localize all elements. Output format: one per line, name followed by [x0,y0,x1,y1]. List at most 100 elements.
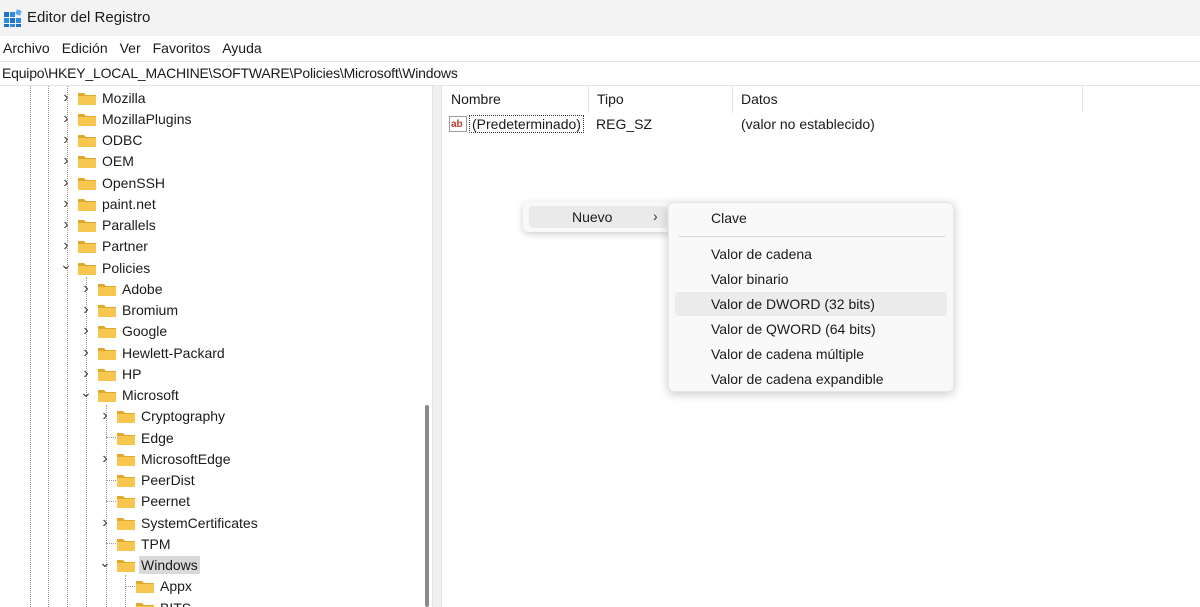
pane-splitter[interactable] [432,86,442,607]
tree-node[interactable]: PeerDist [99,470,197,491]
chevron-right-icon[interactable]: › [80,342,92,363]
menu-item-label: Valor de cadena expandible [711,371,884,387]
chevron-right-icon[interactable]: › [99,512,111,533]
menu-item-label: Clave [711,210,747,226]
tree-node[interactable]: › MicrosoftEdge [99,448,232,469]
tree-node-label: OpenSSH [102,174,166,191]
tree-node[interactable]: › paint.net [60,193,158,214]
menu-edicion[interactable]: Edición [58,36,116,60]
folder-icon [98,326,116,339]
chevron-right-icon[interactable]: › [99,406,111,427]
menu-ayuda[interactable]: Ayuda [218,36,269,60]
chevron-right-icon[interactable]: › [60,151,72,172]
folder-icon [98,347,116,360]
chevron-down-icon[interactable]: ⌄ [80,382,92,403]
column-header-datos[interactable]: Datos [733,86,1083,113]
tree-node-label: Google [122,323,168,340]
menu-item-nuevo[interactable]: Nuevo › [529,206,667,228]
tree-guide-line [30,86,31,607]
menu-item-valor-expandible[interactable]: Valor de cadena expandible [675,367,947,391]
chevron-right-icon[interactable]: › [80,321,92,342]
tree-node[interactable]: › Adobe [80,278,164,299]
menu-item-valor-dword[interactable]: Valor de DWORD (32 bits) [675,292,947,316]
menu-item-valor-multiple[interactable]: Valor de cadena múltiple [675,342,947,366]
menu-item-valor-binario[interactable]: Valor binario [675,267,947,291]
address-bar[interactable]: Equipo\HKEY_LOCAL_MACHINE\SOFTWARE\Polic… [0,61,1200,86]
title-bar: Editor del Registro [0,0,1200,36]
tree-node[interactable]: ⌄ Windows [99,552,200,576]
menu-favoritos[interactable]: Favoritos [149,36,219,60]
chevron-down-icon[interactable]: ⌄ [99,552,111,573]
tree-node-label: Microsoft [122,387,179,403]
chevron-right-icon[interactable]: › [99,448,111,469]
tree-node[interactable]: Appx [118,576,194,597]
menu-separator [679,236,945,237]
chevron-right-icon[interactable]: › [80,300,92,321]
value-type[interactable]: REG_SZ [596,114,652,134]
tree-node[interactable]: › Google [80,321,169,342]
chevron-right-icon[interactable]: › [60,193,72,214]
menu-item-label: Valor de QWORD (64 bits) [711,321,876,337]
folder-icon [136,602,154,607]
folder-icon [78,92,96,105]
menu-item-valor-qword[interactable]: Valor de QWORD (64 bits) [675,317,947,341]
column-header-tipo[interactable]: Tipo [589,86,733,113]
tree-node-label: Bromium [122,302,179,318]
chevron-right-icon[interactable]: › [60,130,72,151]
tree-node-label: PeerDist [141,472,195,488]
tree-node-label: paint.net [102,195,156,212]
tree-node[interactable]: › Parallels [60,215,158,236]
tree-node[interactable]: › Mozilla [60,87,148,108]
menu-item-valor-cadena[interactable]: Valor de cadena [675,242,947,266]
tree-node[interactable]: Peernet [99,491,192,512]
tree-node[interactable]: › ODBC [60,130,144,151]
tree-node[interactable]: › Hewlett-Packard [80,342,227,363]
menu-item-nuevo-label: Nuevo [572,209,613,225]
tree-node[interactable]: › MozillaPlugins [60,108,193,129]
tree-node-label: Cryptography [141,408,226,425]
tree-node[interactable]: ⌄ Policies [60,254,152,278]
tree-node[interactable]: › Bromium [80,300,180,321]
address-path[interactable]: Equipo\HKEY_LOCAL_MACHINE\SOFTWARE\Polic… [2,65,458,81]
value-row-name[interactable]: (Predeterminado) [469,114,584,134]
chevron-down-icon[interactable]: ⌄ [60,254,72,275]
tree-node[interactable]: Edge [99,427,176,448]
tree-node[interactable]: ⌄ Microsoft [80,382,181,406]
value-data[interactable]: (valor no establecido) [741,114,875,134]
tree-node-label: Parallels [102,217,156,233]
tree-node-label: Windows [139,556,200,574]
svg-text:ab: ab [451,119,463,130]
menu-bar: Archivo Edición Ver Favoritos Ayuda [0,36,1200,60]
folder-icon [78,156,96,169]
folder-icon [117,560,135,572]
menu-archivo[interactable]: Archivo [0,36,58,60]
folder-icon [78,113,96,126]
menu-item-label: Valor de cadena múltiple [711,346,865,362]
tree-node-label: Partner [102,238,148,255]
folder-icon [117,475,135,487]
tree-node-label: Peernet [141,493,191,510]
tree-node[interactable]: › OEM [60,151,136,172]
menu-item-label: Valor de DWORD (32 bits) [711,296,875,312]
value-name[interactable]: (Predeterminado) [469,115,584,133]
folder-icon [78,177,96,190]
column-header-nombre[interactable]: Nombre [443,86,589,113]
chevron-right-icon[interactable]: › [60,172,72,193]
new-submenu: Clave Valor de cadena Valor binario Valo… [668,202,954,392]
chevron-right-icon[interactable]: › [60,215,72,236]
chevron-right-icon[interactable]: › [60,87,72,108]
folder-icon [78,262,96,275]
tree-node-label: BITS [158,599,193,607]
tree-node[interactable]: › Cryptography [99,406,227,427]
tree-node[interactable]: BITS [118,597,193,607]
menu-ver[interactable]: Ver [116,36,149,60]
tree-scrollbar-thumb[interactable] [425,405,429,607]
folder-icon [98,368,116,381]
chevron-right-icon[interactable]: › [60,108,72,129]
tree-node[interactable]: › Partner [60,236,150,257]
tree-node[interactable]: › SystemCertificates [99,512,260,533]
tree-node[interactable]: › OpenSSH [60,172,167,193]
chevron-right-icon[interactable]: › [80,278,92,299]
menu-item-clave[interactable]: Clave [675,206,947,230]
